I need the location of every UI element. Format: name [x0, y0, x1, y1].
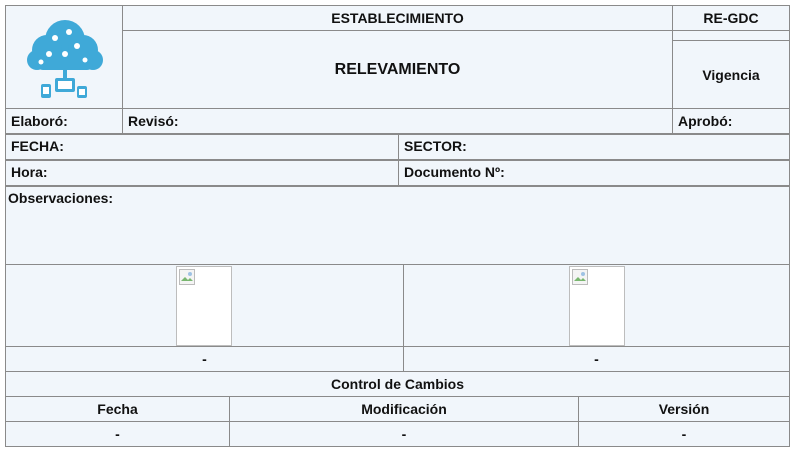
reviso-cell	[122, 108, 673, 134]
changes-row-version-value: -	[681, 426, 687, 442]
fecha-label: FECHA:	[11, 138, 64, 154]
relevamiento-title: RELEVAMIENTO	[334, 60, 461, 78]
document-code: RE-GDC	[703, 9, 759, 26]
fecha-cell	[5, 134, 399, 160]
hora-cell	[5, 160, 399, 186]
observaciones-label: Observaciones:	[8, 190, 114, 206]
broken-image-icon	[179, 269, 195, 285]
cloud-network-icon	[27, 20, 103, 98]
changes-title: Control de Cambios	[330, 376, 464, 392]
caption-left: -	[202, 351, 207, 367]
changes-header-fecha-label: Fecha	[97, 401, 138, 417]
reviso-label: Revisó:	[128, 113, 179, 129]
sector-label: SECTOR:	[404, 138, 467, 154]
elaboro-label: Elaboró:	[11, 113, 68, 129]
broken-image-icon	[572, 269, 588, 285]
logo-cell	[5, 5, 123, 109]
photo-right	[569, 266, 625, 346]
documento-label: Documento Nº:	[404, 164, 505, 180]
photo-left	[176, 266, 232, 346]
changes-header-modificacion-label: Modificación	[361, 401, 447, 417]
changes-row-fecha-value: -	[115, 426, 120, 442]
caption-right: -	[594, 351, 599, 367]
establecimiento-label: ESTABLECIMIENTO	[331, 9, 464, 26]
changes-row-modificacion-value: -	[401, 426, 407, 442]
observaciones-cell	[5, 186, 790, 265]
vigencia-label: Vigencia	[702, 66, 760, 83]
hora-label: Hora:	[11, 164, 48, 180]
aprobo-label: Aprobó:	[678, 113, 733, 129]
changes-header-version-label: Versión	[658, 401, 710, 417]
